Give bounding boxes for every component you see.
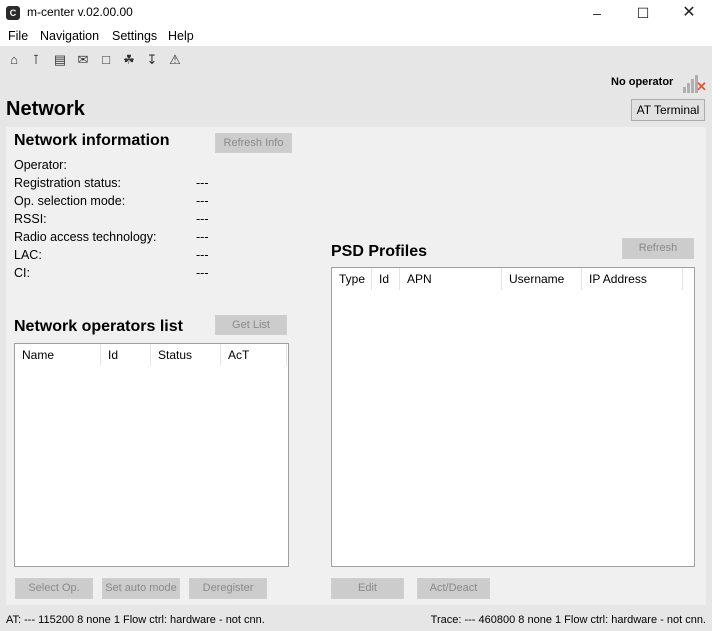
column-header-status[interactable]: Status bbox=[151, 344, 221, 366]
menu-navigation[interactable]: Navigation bbox=[40, 29, 99, 43]
ci-value: --- bbox=[196, 266, 209, 280]
menu-bar bbox=[0, 26, 712, 46]
home-icon[interactable]: ⌂ bbox=[6, 52, 22, 68]
radio-access-technology-value: --- bbox=[196, 230, 209, 244]
operator-status: No operator bbox=[611, 76, 674, 88]
op-selection-mode-value: --- bbox=[196, 194, 209, 208]
antenna-icon[interactable]: ⊺ bbox=[28, 52, 44, 68]
select-op-button[interactable]: Select Op. bbox=[15, 578, 93, 599]
act-deact-button[interactable]: Act/Deact bbox=[417, 578, 490, 599]
at-terminal-button[interactable]: AT Terminal bbox=[631, 99, 705, 121]
warning-icon[interactable]: ⚠ bbox=[167, 52, 183, 68]
folder-icon[interactable]: □ bbox=[98, 52, 114, 68]
column-header-id[interactable]: Id bbox=[101, 344, 151, 366]
operator-label: Operator: bbox=[14, 158, 67, 172]
app-icon: C bbox=[6, 6, 20, 20]
minimize-button[interactable]: – bbox=[574, 0, 620, 26]
menu-settings[interactable]: Settings bbox=[112, 29, 157, 43]
column-header-type[interactable]: Type bbox=[332, 268, 372, 290]
registration-status-value: --- bbox=[196, 176, 209, 190]
ci-label: CI: bbox=[14, 266, 30, 280]
trace-status: Trace: --- 460800 8 none 1 Flow ctrl: ha… bbox=[430, 614, 706, 626]
maximize-button[interactable]: ☐ bbox=[620, 0, 666, 26]
satellite-icon[interactable]: ☘ bbox=[121, 52, 137, 68]
column-header-name[interactable]: Name bbox=[15, 344, 101, 366]
deregister-button[interactable]: Deregister bbox=[189, 578, 267, 599]
edit-button[interactable]: Edit bbox=[331, 578, 404, 599]
operators-list[interactable]: Name Id Status AcT bbox=[14, 343, 289, 567]
psd-profiles-list[interactable]: Type Id APN Username IP Address bbox=[331, 267, 695, 567]
radio-access-technology-label: Radio access technology: bbox=[14, 230, 157, 244]
operators-list-title: Network operators list bbox=[14, 318, 183, 335]
window-title: m-center v.02.00.00 bbox=[27, 5, 133, 19]
menu-help[interactable]: Help bbox=[168, 29, 194, 43]
registration-status-label: Registration status: bbox=[14, 176, 121, 190]
psd-refresh-button[interactable]: Refresh bbox=[622, 238, 694, 259]
column-header-username[interactable]: Username bbox=[502, 268, 582, 290]
rssi-label: RSSI: bbox=[14, 212, 47, 226]
download-icon[interactable]: ↧ bbox=[144, 52, 160, 68]
page-title: Network bbox=[6, 98, 85, 120]
lac-value: --- bbox=[196, 248, 209, 262]
column-header-psd-id[interactable]: Id bbox=[372, 268, 400, 290]
refresh-info-button[interactable]: Refresh Info bbox=[215, 133, 292, 153]
close-button[interactable]: ✕ bbox=[666, 0, 712, 26]
column-header-ip-address[interactable]: IP Address bbox=[582, 268, 683, 290]
psd-profiles-title: PSD Profiles bbox=[331, 243, 428, 260]
at-status: AT: --- 115200 8 none 1 Flow ctrl: hardw… bbox=[6, 614, 265, 626]
sim-card-icon[interactable]: ▤ bbox=[52, 52, 68, 68]
network-info-title: Network information bbox=[14, 132, 170, 149]
lac-label: LAC: bbox=[14, 248, 42, 262]
set-auto-mode-button[interactable]: Set auto mode bbox=[102, 578, 180, 599]
rssi-value: --- bbox=[196, 212, 209, 226]
column-header-act[interactable]: AcT bbox=[221, 344, 287, 366]
signal-icon: ✕ bbox=[683, 73, 707, 93]
get-list-button[interactable]: Get List bbox=[215, 315, 287, 335]
op-selection-mode-label: Op. selection mode: bbox=[14, 194, 126, 208]
menu-file[interactable]: File bbox=[8, 29, 28, 43]
mail-icon[interactable]: ✉ bbox=[75, 52, 91, 68]
column-header-apn[interactable]: APN bbox=[400, 268, 502, 290]
